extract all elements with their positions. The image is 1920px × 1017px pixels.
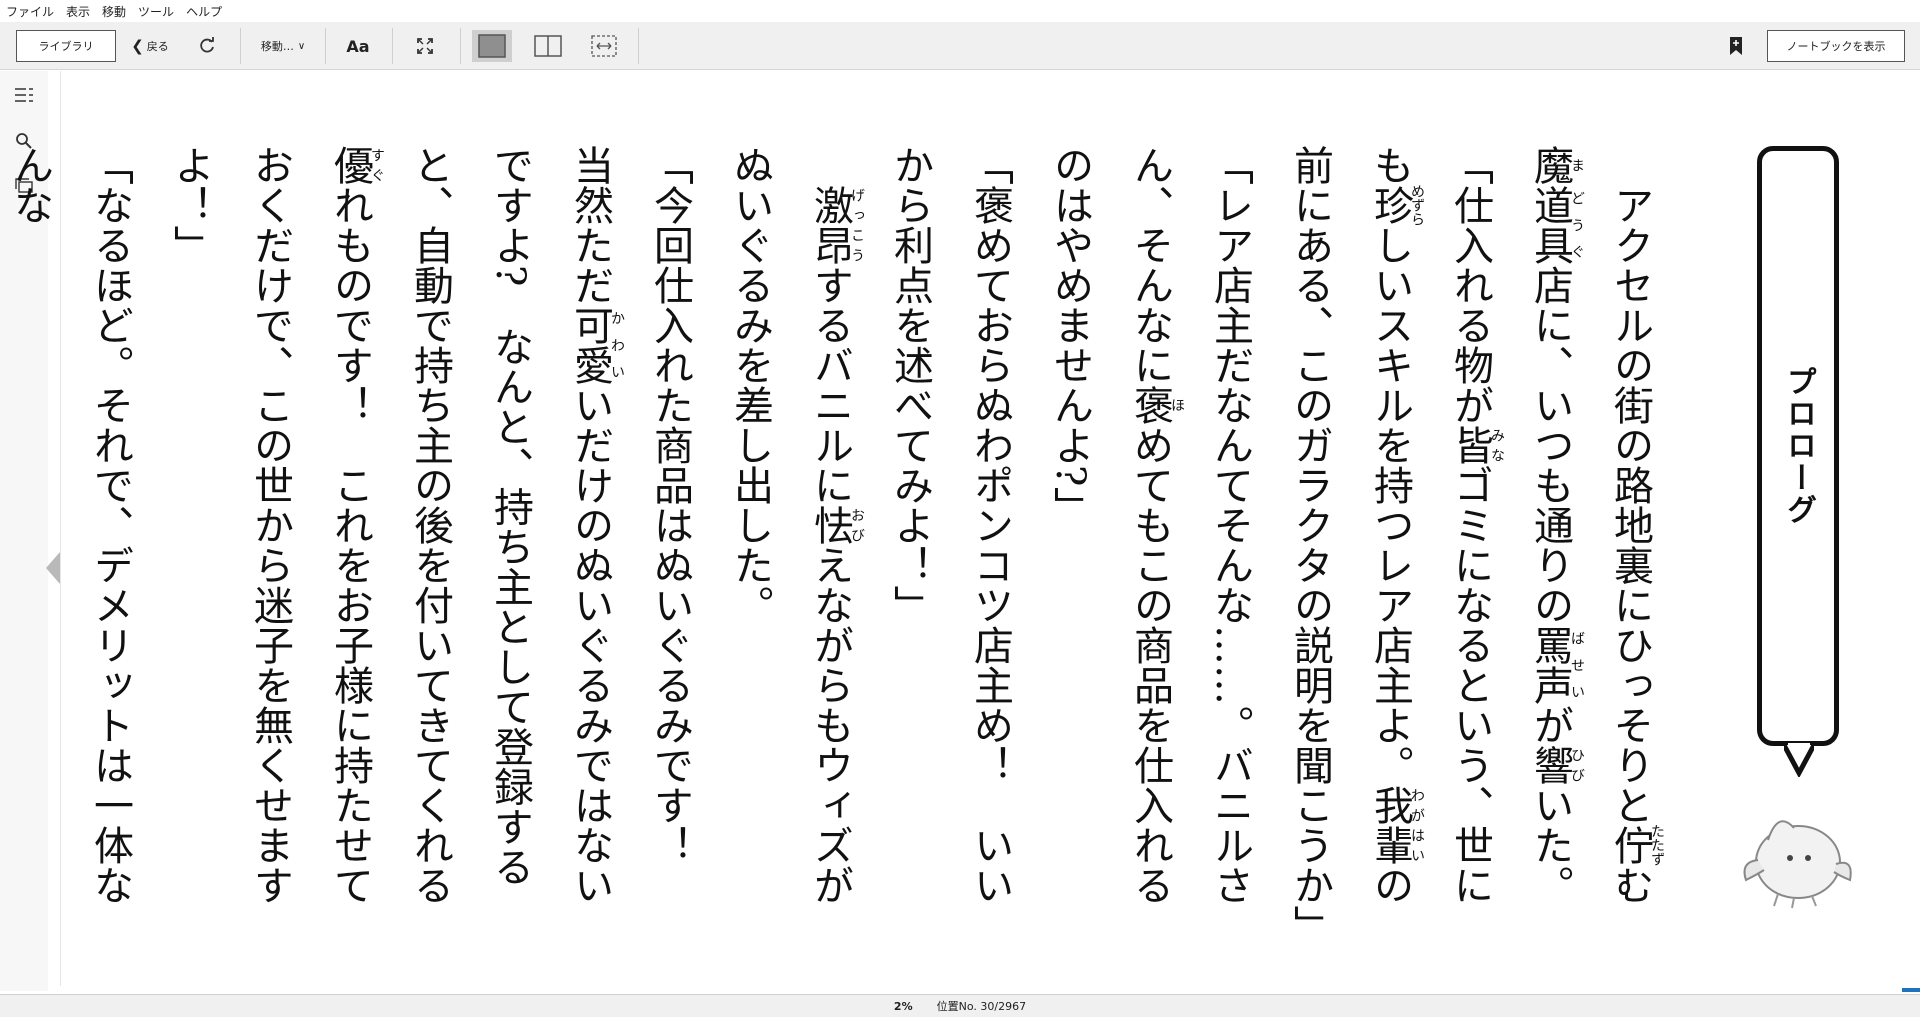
mascot-illustration (1743, 820, 1852, 909)
bookmark-button[interactable] (1724, 30, 1748, 62)
table-of-contents-icon (15, 88, 33, 102)
notebook-button[interactable]: ノートブックを表示 (1767, 30, 1905, 62)
library-label: ライブラリ (38, 40, 94, 53)
toolbar-separator (460, 28, 461, 64)
goto-label: 移動… (260, 40, 294, 53)
menu-tools[interactable]: ツール (138, 3, 174, 20)
menu-file[interactable]: ファイル (6, 3, 54, 20)
chevron-left-icon: ❮ (131, 37, 144, 55)
status-bar: 2% 位置No. 30/2967 (0, 994, 1920, 1017)
font-settings-button[interactable]: Aa (342, 30, 374, 62)
back-button[interactable]: ❮ 戻る (128, 30, 172, 62)
paragraph: 「今回仕入れた商品はぬいぐるみです！ 当然ただ可愛かわいいだけのぬいぐるみではな… (167, 145, 693, 905)
two-page-icon (534, 35, 562, 57)
notebook-label: ノートブックを表示 (1786, 40, 1886, 53)
paragraph: 激昂げっこうするバニルに怯おびえながらもウィズがぬいぐるみを差し出した。 (727, 145, 865, 905)
fit-width-view-button[interactable] (584, 30, 624, 62)
fullscreen-icon (417, 38, 433, 54)
single-page-view-button[interactable] (472, 30, 512, 62)
progress-indicator (1902, 988, 1920, 992)
chapter-heading: プロローグ (1781, 366, 1816, 526)
toolbar-separator (392, 28, 393, 64)
paragraph: 「仕入れる物が皆みなゴミになるという、世にも珍めずらしいスキルを持つレア店主よ。… (1287, 145, 1505, 945)
sync-button[interactable] (192, 30, 222, 62)
toolbar-separator (240, 28, 241, 64)
chevron-down-icon: ∨ (297, 40, 306, 52)
paragraph: 「レア店主だなんてそんな……。バニルさん、そんなに褒ほめてもこの商品を仕入れるの… (1047, 145, 1253, 905)
toolbar-separator (638, 28, 639, 64)
menu-go[interactable]: 移動 (102, 3, 126, 20)
refresh-icon (200, 37, 214, 53)
bookmark-icon (1730, 37, 1742, 55)
fullscreen-button[interactable] (410, 30, 440, 62)
menu-bar: ファイル 表示 移動 ツール ヘルプ (0, 0, 1920, 22)
toolbar: ライブラリ ❮ 戻る 移動… ∨ Aa ノートブックを表示 (0, 22, 1920, 70)
font-label: Aa (346, 36, 370, 56)
chapter-heading-balloon: プロローグ (1757, 146, 1839, 746)
reading-percent: 2% (893, 999, 913, 1013)
single-page-icon (478, 34, 506, 58)
toc-button[interactable] (14, 85, 34, 105)
fit-width-icon (591, 35, 617, 57)
balloon-tail (1784, 743, 1814, 777)
library-button[interactable]: ライブラリ (16, 30, 116, 62)
paragraph: 「褒めておらぬわポンコツ店主め！ いいから利点を述べてみよ！」 (887, 145, 1013, 905)
two-page-view-button[interactable] (528, 30, 568, 62)
menu-help[interactable]: ヘルプ (186, 3, 222, 20)
back-label: 戻る (146, 40, 169, 53)
paragraph: アクセルの街の路地裏にひっそりと佇たたずむ魔ま道具どうぐ店に、いつも通りの罵声ば… (1527, 145, 1665, 905)
menu-view[interactable]: 表示 (66, 3, 90, 20)
book-text: アクセルの街の路地裏にひっそりと佇たたずむ魔ま道具どうぐ店に、いつも通りの罵声ば… (7, 145, 1670, 945)
paragraph: 「なるほど。それで、デメリットは一体なんな (7, 145, 133, 905)
toolbar-separator (325, 28, 326, 64)
location-readout: 位置No. 30/2967 (936, 1000, 1027, 1013)
goto-dropdown[interactable]: 移動… ∨ (252, 30, 314, 62)
